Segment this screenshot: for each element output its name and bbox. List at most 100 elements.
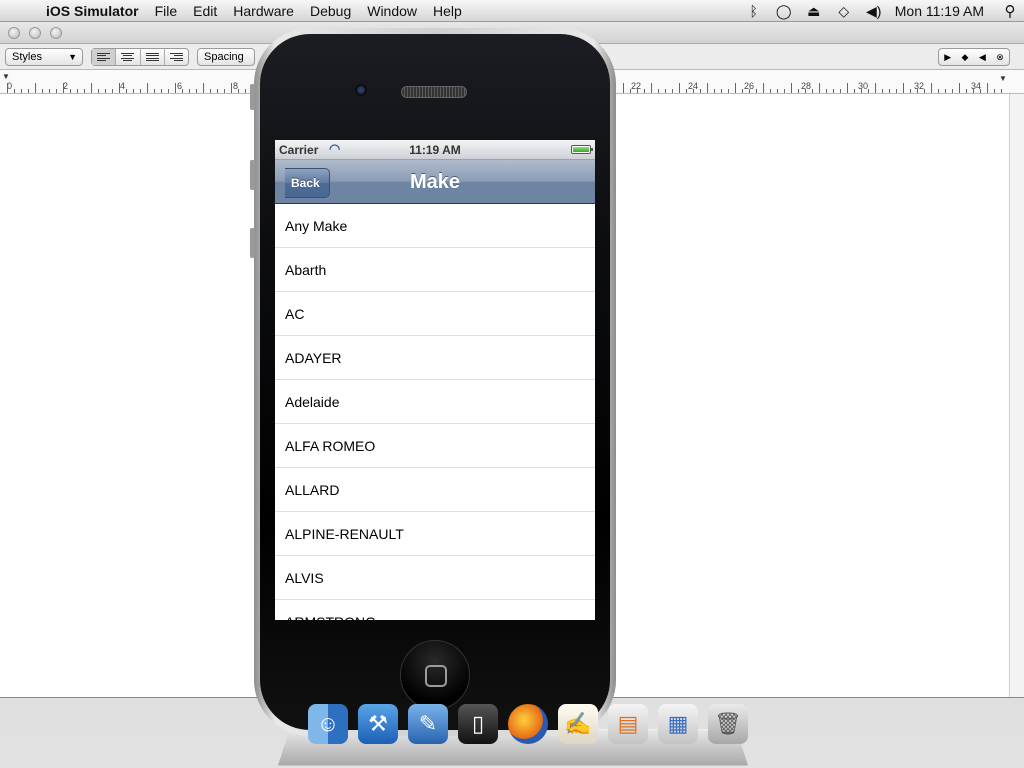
- trash-icon[interactable]: 🗑: [708, 704, 748, 744]
- ruler-tick: [28, 89, 29, 93]
- finder-icon[interactable]: ☺: [308, 704, 348, 744]
- menu-hardware[interactable]: Hardware: [225, 0, 302, 22]
- ruler-tick: [861, 89, 862, 93]
- ruler-tick: [952, 89, 953, 93]
- ruler-tick: [112, 89, 113, 93]
- list-item[interactable]: ARMSTRONG: [275, 600, 595, 620]
- ruler-tick: [189, 89, 190, 93]
- center-tab-icon[interactable]: ◆: [962, 52, 969, 63]
- make-list[interactable]: Any Make Abarth AC ADAYER Adelaide ALFA …: [275, 204, 595, 620]
- ruler-tick: [231, 83, 232, 93]
- zoom-window-button[interactable]: [50, 27, 62, 39]
- ruler-tick: [665, 89, 666, 93]
- back-button-label: Back: [291, 176, 320, 190]
- ruler-tick: [973, 89, 974, 93]
- menu-edit[interactable]: Edit: [185, 0, 225, 22]
- align-center-icon: [121, 52, 135, 62]
- textedit-icon[interactable]: ✍: [558, 704, 598, 744]
- ruler-tick: [161, 89, 162, 93]
- ruler-tick: [777, 89, 778, 93]
- minimize-window-button[interactable]: [29, 27, 41, 39]
- home-button[interactable]: [400, 640, 470, 710]
- ruler-tick: [98, 89, 99, 93]
- ruler-tick: [651, 83, 652, 93]
- ruler-tick: [917, 89, 918, 93]
- align-justify-icon: [145, 52, 159, 62]
- xcode-icon[interactable]: ⚒: [358, 704, 398, 744]
- align-justify-button[interactable]: [141, 49, 165, 65]
- ruler-tick: [238, 89, 239, 93]
- instruments-icon[interactable]: ✎: [408, 704, 448, 744]
- ruler-tick: [924, 89, 925, 93]
- menu-debug[interactable]: Debug: [302, 0, 359, 22]
- ruler-tick: [840, 89, 841, 93]
- ruler-tick: [868, 89, 869, 93]
- align-center-button[interactable]: [116, 49, 141, 65]
- tab-stop-controls: ▶ ◆ ◀ ⊗: [938, 48, 1010, 66]
- ruler-tick: [77, 89, 78, 93]
- left-tab-icon[interactable]: ▶: [944, 52, 951, 63]
- ruler-tick: [133, 89, 134, 93]
- ruler-tick: [931, 83, 932, 93]
- ios-status-bar: Carrier ◠ 11:19 AM: [275, 140, 595, 160]
- bluetooth-icon[interactable]: ᛒ: [739, 3, 769, 19]
- mute-switch[interactable]: [250, 84, 255, 110]
- ruler-tick: [147, 83, 148, 93]
- ruler-tick: [826, 89, 827, 93]
- wifi-icon[interactable]: ◇: [829, 3, 859, 20]
- styles-label: Styles: [12, 51, 42, 63]
- volume-up-button[interactable]: [250, 160, 255, 190]
- right-margin-marker-icon[interactable]: ▼: [999, 74, 1007, 83]
- menu-clock[interactable]: Mon 11:19 AM: [889, 3, 996, 19]
- list-item[interactable]: ALFA ROMEO: [275, 424, 595, 468]
- list-item[interactable]: ALPINE-RENAULT: [275, 512, 595, 556]
- menu-file[interactable]: File: [147, 0, 186, 22]
- decimal-tab-icon[interactable]: ⊗: [996, 52, 1004, 63]
- styles-popup[interactable]: Styles ▼: [5, 48, 83, 66]
- ruler-number: 28: [801, 81, 812, 91]
- spotlight-search-icon[interactable]: ⚲: [996, 2, 1024, 20]
- ruler-tick: [56, 89, 57, 93]
- list-item[interactable]: ALVIS: [275, 556, 595, 600]
- list-item[interactable]: Adelaide: [275, 380, 595, 424]
- list-item[interactable]: Any Make: [275, 204, 595, 248]
- eject-icon[interactable]: ⏏: [799, 3, 829, 20]
- home-square-icon: [425, 665, 447, 687]
- ruler-tick: [203, 83, 204, 93]
- menu-window[interactable]: Window: [359, 0, 425, 22]
- align-left-button[interactable]: [92, 49, 117, 65]
- documents-stack-icon[interactable]: ▤: [608, 704, 648, 744]
- front-camera-icon: [355, 84, 367, 96]
- list-item[interactable]: ADAYER: [275, 336, 595, 380]
- spacing-label: Spacing: [204, 51, 244, 63]
- ruler-tick: [623, 83, 624, 93]
- spacing-popup[interactable]: Spacing: [197, 48, 255, 66]
- applications-stack-icon[interactable]: ▦: [658, 704, 698, 744]
- first-line-indent-marker-icon[interactable]: ▼: [2, 72, 10, 81]
- right-tab-icon[interactable]: ◀: [979, 52, 986, 63]
- chat-icon[interactable]: ◯: [769, 3, 799, 20]
- menu-help[interactable]: Help: [425, 0, 470, 22]
- nav-title: Make: [409, 171, 461, 193]
- firefox-icon[interactable]: [508, 704, 548, 744]
- list-item[interactable]: ALLARD: [275, 468, 595, 512]
- menu-app-name[interactable]: iOS Simulator: [40, 0, 147, 22]
- ruler-tick: [938, 89, 939, 93]
- navigation-bar: Back Make: [275, 160, 595, 204]
- ruler-tick: [1001, 89, 1002, 93]
- ruler-tick: [735, 83, 736, 93]
- ruler-tick: [966, 89, 967, 93]
- close-window-button[interactable]: [8, 27, 20, 39]
- list-item[interactable]: AC: [275, 292, 595, 336]
- align-right-button[interactable]: [165, 49, 188, 65]
- volume-icon[interactable]: ◀): [859, 3, 889, 20]
- vertical-scrollbar[interactable]: [1009, 94, 1024, 697]
- list-item[interactable]: Abarth: [275, 248, 595, 292]
- iphone-simulator-icon[interactable]: ▯: [458, 704, 498, 744]
- ruler-tick: [847, 83, 848, 93]
- ruler-tick: [714, 89, 715, 93]
- ruler-tick: [245, 89, 246, 93]
- ruler-tick: [812, 89, 813, 93]
- ruler-tick: [644, 89, 645, 93]
- volume-down-button[interactable]: [250, 228, 255, 258]
